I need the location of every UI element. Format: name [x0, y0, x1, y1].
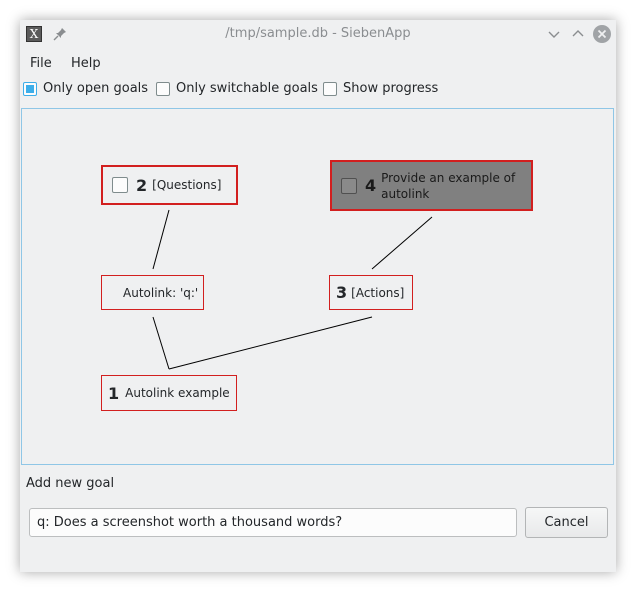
- filter-show-progress[interactable]: Show progress: [323, 81, 438, 96]
- new-goal-input[interactable]: [29, 508, 517, 537]
- goal-3-label: [Actions]: [351, 285, 405, 300]
- add-new-goal-label: Add new goal: [26, 476, 115, 491]
- only-switchable-goals-checkbox[interactable]: [156, 81, 170, 96]
- goal-node-autolink[interactable]: Autolink: 'q:': [101, 275, 204, 310]
- goal-2-number: 2: [136, 175, 148, 195]
- goal-graph-canvas[interactable]: 2 [Questions] 4 Provide an example of au…: [21, 108, 614, 465]
- goal-node-2[interactable]: 2 [Questions]: [101, 165, 238, 205]
- title-bar[interactable]: X /tmp/sample.db - SiebenApp: [20, 20, 616, 48]
- only-open-goals-label: Only open goals: [43, 81, 149, 96]
- goal-4-label: Provide an example of autolink: [381, 170, 516, 201]
- goal-4-checkbox[interactable]: [341, 177, 357, 194]
- edge-3-1: [168, 316, 373, 370]
- minimize-icon[interactable]: [546, 26, 562, 42]
- goal-4-number: 4: [365, 176, 377, 195]
- goal-2-label: [Questions]: [152, 178, 222, 192]
- goal-1-label: Autolink example: [125, 386, 230, 400]
- cancel-button[interactable]: Cancel: [525, 507, 608, 538]
- goal-3-number: 3: [336, 283, 348, 302]
- edge-autolink-1: [152, 316, 170, 370]
- menu-file[interactable]: File: [30, 56, 52, 71]
- edge-4-3: [371, 216, 433, 270]
- maximize-icon[interactable]: [570, 26, 586, 42]
- goal-2-checkbox[interactable]: [112, 177, 128, 193]
- filter-bar: Only open goals Only switchable goals Sh…: [20, 78, 616, 100]
- main-window: X /tmp/sample.db - SiebenApp File Help O…: [20, 20, 616, 572]
- show-progress-checkbox[interactable]: [323, 81, 337, 96]
- window-title: /tmp/sample.db - SiebenApp: [225, 26, 411, 41]
- show-progress-label: Show progress: [343, 81, 439, 96]
- goal-autolink-label: Autolink: 'q:': [123, 285, 199, 300]
- close-icon[interactable]: [593, 25, 611, 43]
- only-switchable-goals-label: Only switchable goals: [176, 81, 318, 96]
- goal-node-3[interactable]: 3 [Actions]: [329, 275, 413, 310]
- goal-1-number: 1: [108, 383, 120, 403]
- filter-only-switchable-goals[interactable]: Only switchable goals: [156, 81, 318, 96]
- only-open-goals-checkbox[interactable]: [23, 81, 37, 96]
- goal-node-1[interactable]: 1 Autolink example: [101, 375, 237, 411]
- goal-node-4[interactable]: 4 Provide an example of autolink: [330, 160, 533, 211]
- edge-2-autolink: [152, 209, 170, 270]
- menu-help[interactable]: Help: [71, 56, 101, 71]
- filter-only-open-goals[interactable]: Only open goals: [23, 81, 148, 96]
